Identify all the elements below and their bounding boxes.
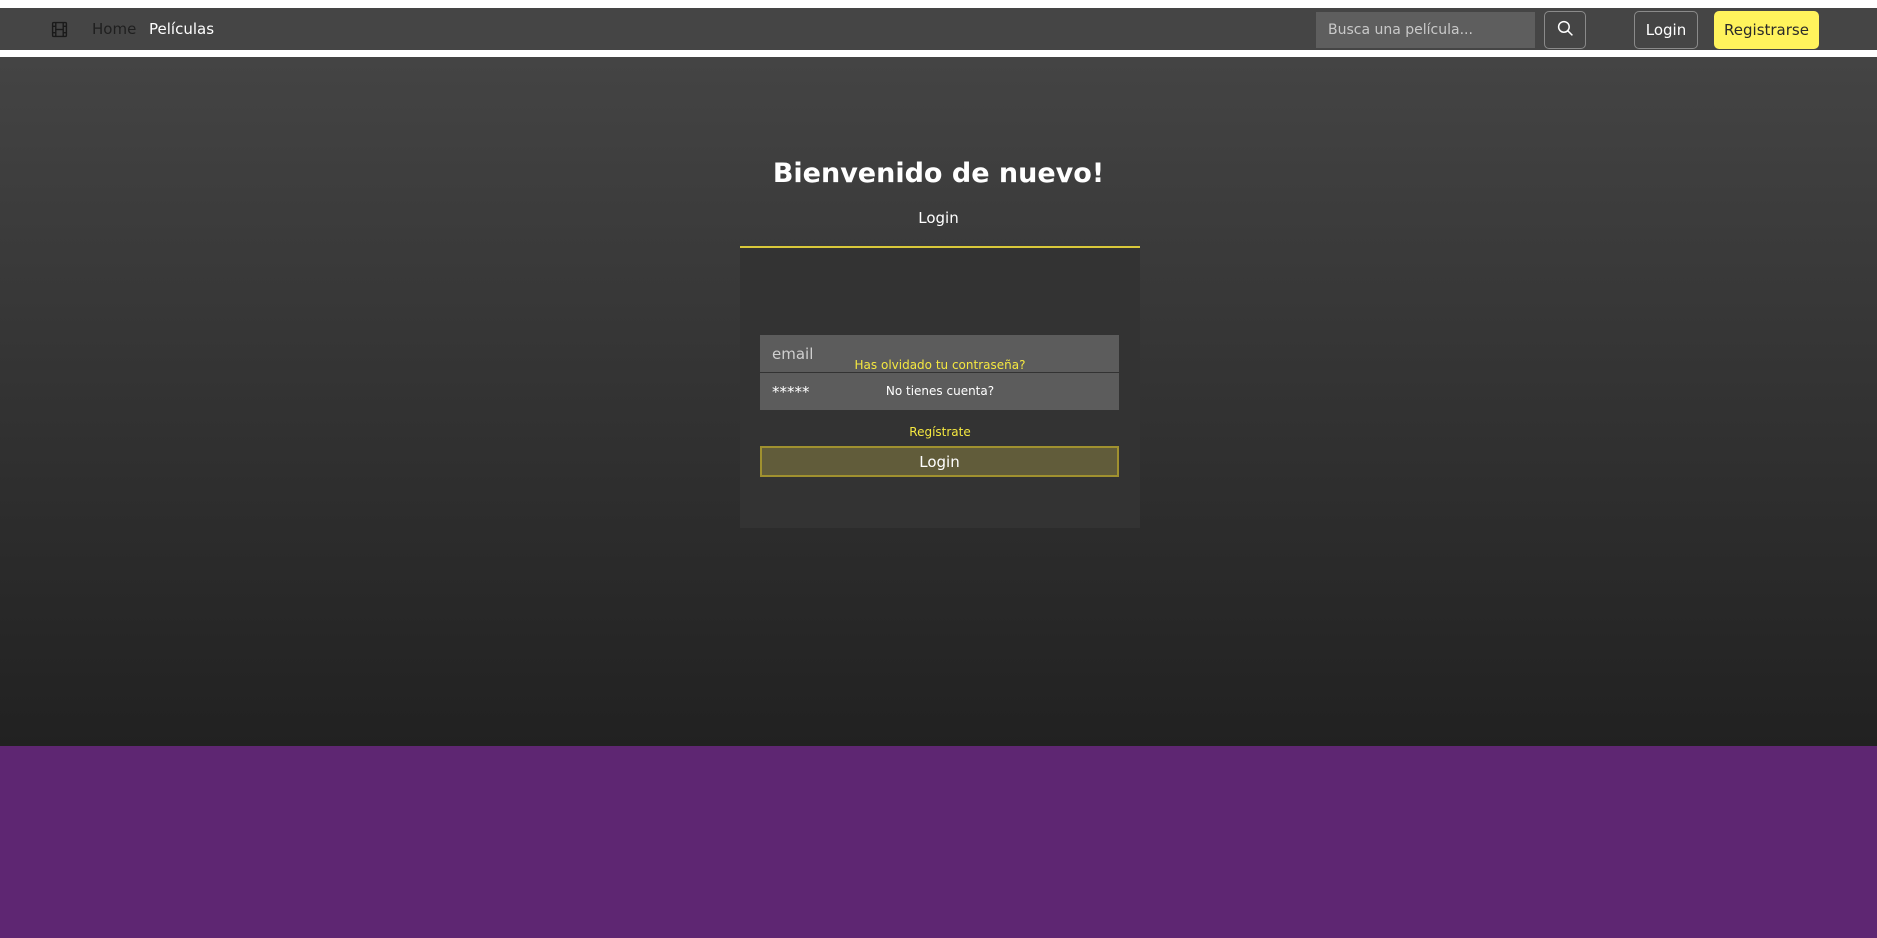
navbar: Home Películas Login Registrarse [0,8,1877,50]
film-icon[interactable] [51,21,68,38]
page-title: Bienvenido de nuevo! [772,158,1105,189]
search-icon [1557,20,1574,40]
main-content: Bienvenido de nuevo! Login Has olvidado … [0,57,1877,746]
nav-link-movies[interactable]: Películas [149,19,214,39]
login-heading: Login [918,209,959,227]
register-link[interactable]: Regístrate [740,424,1140,440]
nav-link-home[interactable]: Home [92,19,136,39]
register-button[interactable]: Registrarse [1714,11,1819,49]
search-button[interactable] [1544,11,1586,49]
login-button[interactable]: Login [1634,11,1698,49]
login-submit-button[interactable]: Login [760,446,1119,477]
page: Home Películas Login Registrarse Bienven… [0,0,1877,938]
forgot-password-link[interactable]: Has olvidado tu contraseña? [740,357,1140,373]
search-input[interactable] [1316,12,1535,48]
footer-band [0,746,1877,938]
no-account-text: No tienes cuenta? [885,384,995,398]
